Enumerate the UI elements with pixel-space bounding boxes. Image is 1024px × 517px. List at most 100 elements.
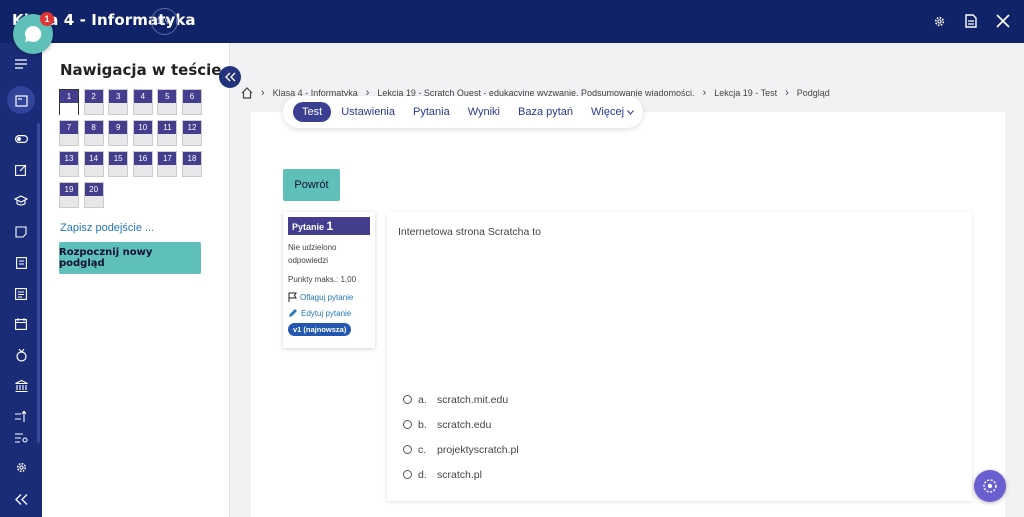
answer-list: a. scratch.mit.edu b. scratch.edu c. pro…: [403, 387, 519, 487]
chat-button[interactable]: 1: [13, 12, 54, 54]
answer-option[interactable]: d. scratch.pl: [403, 462, 519, 487]
question-nav-button[interactable]: 2: [83, 89, 104, 115]
question-nav-number: 5: [158, 90, 177, 103]
assistant-icon: [983, 479, 997, 493]
tab-settings[interactable]: Ustawienia: [341, 106, 395, 118]
question-nav-button[interactable]: 18: [182, 151, 202, 177]
collapse-rail-icon[interactable]: [7, 485, 35, 513]
document-icon[interactable]: [960, 10, 982, 32]
answer-option[interactable]: c. projektyscratch.pl: [403, 437, 519, 462]
answer-letter: a.: [418, 393, 427, 406]
question-nav-number: 8: [84, 121, 103, 134]
quiz-icon[interactable]: [7, 86, 35, 114]
tab-more[interactable]: Więcej: [591, 106, 634, 118]
question-nav-button[interactable]: 7: [59, 120, 79, 146]
answer-letter: b.: [418, 418, 427, 431]
answer-radio[interactable]: [403, 445, 412, 454]
question-nav-button[interactable]: 1: [59, 89, 79, 115]
question-nav-button[interactable]: 6: [182, 89, 202, 115]
start-new-preview-button[interactable]: Rozpocznij nowy podgląd: [59, 242, 201, 274]
question-info-card: Pytanie 1 Nie udzielono odpowiedzi Punkt…: [283, 212, 375, 348]
question-nav-button[interactable]: 8: [83, 120, 104, 146]
question-nav-button[interactable]: 3: [108, 89, 129, 115]
answer-radio[interactable]: [403, 470, 412, 479]
question-nav-button[interactable]: 15: [108, 151, 129, 177]
pencil-icon: [289, 309, 297, 317]
question-nav-button[interactable]: 19: [59, 182, 79, 208]
home-icon[interactable]: [241, 87, 253, 99]
chevron-right-icon: ›: [702, 87, 707, 99]
question-content: Internetowa strona Scratcha to a. scratc…: [387, 212, 972, 501]
edit-question-link[interactable]: Edytuj pytanie: [288, 308, 370, 318]
question-nav-button[interactable]: 5: [157, 89, 178, 115]
tab-more-label: Więcej: [591, 106, 625, 118]
question-number: 1: [326, 219, 334, 233]
question-nav-number: 4: [133, 90, 152, 103]
answer-option[interactable]: a. scratch.mit.edu: [403, 387, 519, 412]
chevron-right-icon: ›: [785, 87, 789, 99]
question-nav-number: 3: [109, 90, 128, 103]
top-bar: Klasa 4 - Informatyka 11%: [0, 0, 1024, 43]
question-nav-button[interactable]: 10: [132, 120, 153, 146]
edit-question-label: Edytuj pytanie: [301, 308, 352, 318]
bank-icon[interactable]: [7, 372, 35, 400]
question-nav-number: 7: [60, 121, 78, 134]
answer-status: Nie udzielono odpowiedzi: [288, 243, 337, 265]
book-icon[interactable]: [7, 249, 35, 277]
question-nav-number: 20: [84, 183, 103, 196]
left-rail: [0, 43, 42, 517]
answer-option[interactable]: b. scratch.edu: [403, 412, 519, 437]
close-icon[interactable]: [992, 10, 1014, 32]
question-number-header: Pytanie 1: [288, 217, 370, 235]
gear-icon[interactable]: [928, 10, 950, 32]
question-nav-button[interactable]: 20: [83, 182, 104, 208]
question-nav-button[interactable]: 13: [59, 151, 79, 177]
question-nav-number: 6: [183, 90, 201, 103]
flag-question-link[interactable]: Oflaguj pytanie: [288, 292, 370, 302]
answer-letter: c.: [418, 443, 427, 456]
secondary-navigation: Test Ustawienia Pytania Wyniki Baza pyta…: [283, 96, 643, 128]
report-icon[interactable]: [7, 280, 35, 308]
assistant-button[interactable]: [974, 470, 1006, 502]
chevron-down-icon: [627, 109, 634, 115]
question-nav-button[interactable]: 4: [132, 89, 153, 115]
calendar-icon[interactable]: [7, 310, 35, 338]
menu-icon[interactable]: [7, 50, 35, 78]
graduation-cap-icon[interactable]: [7, 186, 35, 214]
tab-test[interactable]: Test: [293, 102, 332, 122]
answer-radio[interactable]: [403, 395, 412, 404]
question-nav-button[interactable]: 11: [157, 120, 178, 146]
question-nav-number: 13: [60, 152, 78, 165]
rail-scrollbar[interactable]: [37, 123, 40, 443]
question-nav-button[interactable]: 16: [132, 151, 153, 177]
drawer-heading: Nawigacja w teście: [60, 61, 222, 79]
collapse-drawer-button[interactable]: [219, 66, 241, 88]
question-nav-button[interactable]: 9: [108, 120, 129, 146]
filter-settings-icon[interactable]: [7, 423, 35, 451]
toggle-icon[interactable]: [7, 125, 35, 153]
question-nav-button[interactable]: 14: [83, 151, 104, 177]
answer-radio[interactable]: [403, 420, 412, 429]
back-button[interactable]: Powrót: [283, 169, 340, 201]
save-attempt-link[interactable]: Zapisz podejście ...: [60, 222, 154, 234]
question-nav-button[interactable]: 17: [157, 151, 178, 177]
test-navigation-drawer: Nawigacja w teście 1 2 3 4 5 6 7 8 9 10 11 12 13 14 15…: [42, 43, 230, 517]
breadcrumb-item[interactable]: Lekcja 19 - Test: [714, 88, 777, 98]
edit-icon[interactable]: [7, 156, 35, 184]
tab-question-bank[interactable]: Baza pytań: [518, 106, 573, 118]
version-badge: v1 (najnowsza): [288, 323, 352, 336]
answer-text: scratch.edu: [437, 418, 492, 431]
question-nav-number: 1: [60, 90, 78, 103]
question-nav-number: 15: [109, 152, 128, 165]
question-nav-number: 12: [183, 121, 201, 134]
question-nav-number: 10: [133, 121, 152, 134]
tab-questions[interactable]: Pytania: [413, 106, 450, 118]
settings-icon[interactable]: [7, 453, 35, 481]
answer-text: projektyscratch.pl: [437, 443, 519, 456]
chevron-right-icon: ›: [261, 87, 265, 99]
question-nav-number: 11: [158, 121, 177, 134]
tab-results[interactable]: Wyniki: [468, 106, 500, 118]
note-icon[interactable]: [7, 218, 35, 246]
question-nav-button[interactable]: 12: [182, 120, 202, 146]
badge-icon[interactable]: [7, 341, 35, 369]
